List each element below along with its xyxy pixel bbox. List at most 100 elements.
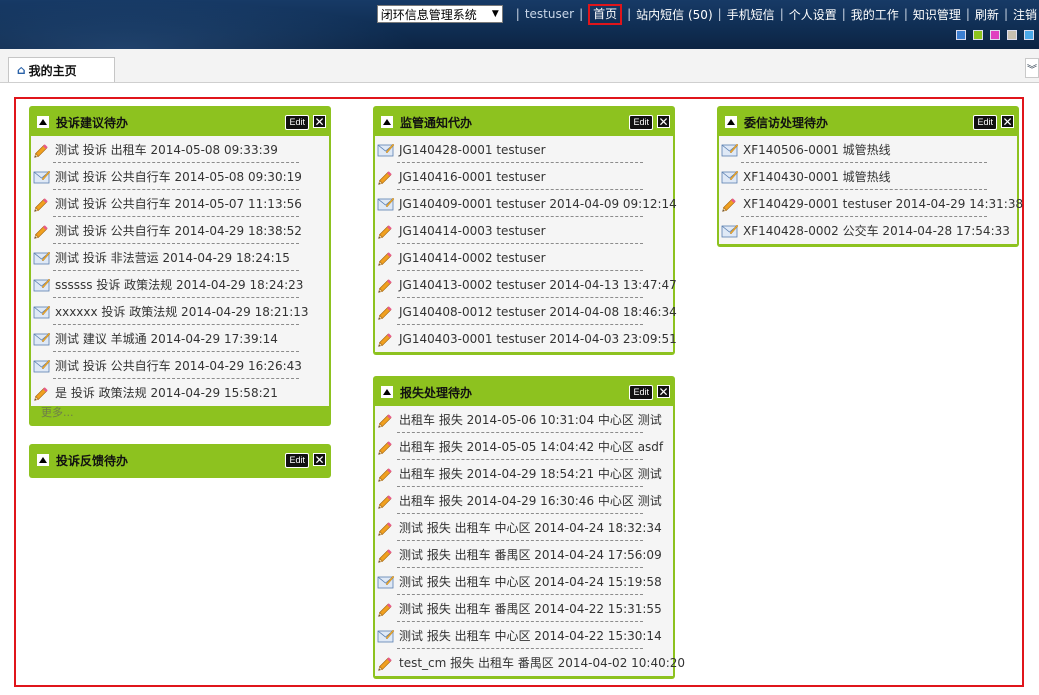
close-icon[interactable]: ✕ xyxy=(657,385,670,398)
list-item-text[interactable]: JG140408-0012 testuser 2014-04-08 18:46:… xyxy=(399,305,677,319)
theme-swatch-beige[interactable] xyxy=(1007,30,1017,40)
list-item-text[interactable]: XF140506-0001 城管热线 xyxy=(743,141,891,158)
list-item[interactable]: xxxxxx 投诉 政策法规 2014-04-29 18:21:13 xyxy=(31,298,329,325)
list-item[interactable]: 测试 投诉 非法营运 2014-04-29 18:24:15 xyxy=(31,244,329,271)
list-item[interactable]: test_cm 报失 出租车 番禺区 2014-04-02 10:40:20 xyxy=(375,649,673,676)
list-item-text[interactable]: 测试 投诉 出租车 2014-05-08 09:33:39 xyxy=(55,141,278,158)
list-item-text[interactable]: 测试 投诉 公共自行车 2014-05-08 09:30:19 xyxy=(55,168,302,185)
list-item-text[interactable]: JG140414-0002 testuser xyxy=(399,251,546,265)
collapse-triangle-icon[interactable] xyxy=(37,116,49,128)
close-icon[interactable]: ✕ xyxy=(1001,115,1014,128)
list-item-text[interactable]: xxxxxx 投诉 政策法规 2014-04-29 18:21:13 xyxy=(55,303,309,320)
theme-swatch-pink[interactable] xyxy=(990,30,1000,40)
list-item[interactable]: 测试 投诉 出租车 2014-05-08 09:33:39 xyxy=(31,136,329,163)
list-item-text[interactable]: 测试 报失 出租车 番禺区 2014-04-22 15:31:55 xyxy=(399,600,662,617)
theme-swatch-green[interactable] xyxy=(973,30,983,40)
nav-knowledge-link[interactable]: 知识管理 xyxy=(913,6,961,23)
list-item[interactable]: XF140429-0001 testuser 2014-04-29 14:31:… xyxy=(719,190,1017,217)
collapse-triangle-icon[interactable] xyxy=(37,454,49,466)
list-item[interactable]: 测试 投诉 公共自行车 2014-04-29 18:38:52 xyxy=(31,217,329,244)
collapse-triangle-icon[interactable] xyxy=(725,116,737,128)
list-item[interactable]: ssssss 投诉 政策法规 2014-04-29 18:24:23 xyxy=(31,271,329,298)
list-item-text[interactable]: 测试 投诉 公共自行车 2014-04-29 16:26:43 xyxy=(55,357,302,374)
nav-refresh-link[interactable]: 刷新 xyxy=(975,6,999,23)
edit-button[interactable]: Edit xyxy=(629,385,653,400)
close-icon[interactable]: ✕ xyxy=(657,115,670,128)
list-item-text[interactable]: JG140413-0002 testuser 2014-04-13 13:47:… xyxy=(399,278,677,292)
theme-swatch-lightblue[interactable] xyxy=(1024,30,1034,40)
list-item-text[interactable]: 是 投诉 政策法规 2014-04-29 15:58:21 xyxy=(55,384,278,401)
list-item-text[interactable]: 测试 报失 出租车 中心区 2014-04-24 15:19:58 xyxy=(399,573,662,590)
list-item[interactable]: JG140428-0001 testuser xyxy=(375,136,673,163)
list-item[interactable]: JG140416-0001 testuser xyxy=(375,163,673,190)
close-icon[interactable]: ✕ xyxy=(313,115,326,128)
more-link[interactable]: 更多... xyxy=(31,406,329,423)
list-item-text[interactable]: JG140428-0001 testuser xyxy=(399,143,546,157)
list-item-text[interactable]: 测试 投诉 非法营运 2014-04-29 18:24:15 xyxy=(55,249,290,266)
list-item[interactable]: 测试 投诉 公共自行车 2014-05-08 09:30:19 xyxy=(31,163,329,190)
list-item[interactable]: JG140409-0001 testuser 2014-04-09 09:12:… xyxy=(375,190,673,217)
list-item-text[interactable]: 出租车 报失 2014-04-29 18:54:21 中心区 测试 xyxy=(399,465,662,482)
list-item-text[interactable]: XF140430-0001 城管热线 xyxy=(743,168,891,185)
edit-button[interactable]: Edit xyxy=(973,115,997,130)
chevron-down-icon: ▼ xyxy=(492,9,499,19)
list-item[interactable]: 出租车 报失 2014-04-29 16:30:46 中心区 测试 xyxy=(375,487,673,514)
list-item-text[interactable]: test_cm 报失 出租车 番禺区 2014-04-02 10:40:20 xyxy=(399,654,685,671)
nav-home-link[interactable]: 首页 xyxy=(588,4,622,25)
list-item[interactable]: JG140413-0002 testuser 2014-04-13 13:47:… xyxy=(375,271,673,298)
list-item[interactable]: JG140403-0001 testuser 2014-04-03 23:09:… xyxy=(375,325,673,352)
edit-button[interactable]: Edit xyxy=(629,115,653,130)
list-item-text[interactable]: XF140429-0001 testuser 2014-04-29 14:31:… xyxy=(743,197,1023,211)
list-item[interactable]: XF140428-0002 公交车 2014-04-28 17:54:33 xyxy=(719,217,1017,244)
collapse-toggle-button[interactable]: ︾ xyxy=(1025,58,1039,78)
nav-my-work-link[interactable]: 我的工作 xyxy=(851,6,899,23)
theme-swatch-blue[interactable] xyxy=(956,30,966,40)
list-item-text[interactable]: JG140403-0001 testuser 2014-04-03 23:09:… xyxy=(399,332,677,346)
list-item[interactable]: 测试 报失 出租车 中心区 2014-04-24 15:19:58 xyxy=(375,568,673,595)
list-item[interactable]: 测试 投诉 公共自行车 2014-04-29 16:26:43 xyxy=(31,352,329,379)
list-item-text[interactable]: 出租车 报失 2014-05-05 14:04:42 中心区 asdf xyxy=(399,438,663,455)
list-item[interactable]: JG140414-0003 testuser xyxy=(375,217,673,244)
pencil-icon xyxy=(377,223,395,239)
nav-inbox-link[interactable]: 站内短信 (50) xyxy=(636,6,712,23)
list-item[interactable]: 测试 报失 出租车 中心区 2014-04-22 15:30:14 xyxy=(375,622,673,649)
list-item[interactable]: JG140414-0002 testuser xyxy=(375,244,673,271)
list-item-text[interactable]: JG140416-0001 testuser xyxy=(399,170,546,184)
list-item-text[interactable]: JG140409-0001 testuser 2014-04-09 09:12:… xyxy=(399,197,677,211)
list-item-text[interactable]: 测试 报失 出租车 中心区 2014-04-22 15:30:14 xyxy=(399,627,662,644)
list-item[interactable]: JG140408-0012 testuser 2014-04-08 18:46:… xyxy=(375,298,673,325)
list-item-text[interactable]: 出租车 报失 2014-05-06 10:31:04 中心区 测试 xyxy=(399,411,662,428)
collapse-triangle-icon[interactable] xyxy=(381,386,393,398)
list-item-text[interactable]: 测试 投诉 公共自行车 2014-05-07 11:13:56 xyxy=(55,195,302,212)
nav-settings-link[interactable]: 个人设置 xyxy=(789,6,837,23)
list-item[interactable]: 出租车 报失 2014-04-29 18:54:21 中心区 测试 xyxy=(375,460,673,487)
pencil-icon xyxy=(377,493,395,509)
list-item-text[interactable]: 测试 建议 羊城通 2014-04-29 17:39:14 xyxy=(55,330,278,347)
list-item[interactable]: 测试 报失 出租车 番禺区 2014-04-22 15:31:55 xyxy=(375,595,673,622)
list-item[interactable]: XF140506-0001 城管热线 xyxy=(719,136,1017,163)
list-item[interactable]: 出租车 报失 2014-05-06 10:31:04 中心区 测试 xyxy=(375,406,673,433)
system-select[interactable]: 闭环信息管理系统 ▼ xyxy=(377,5,503,23)
list-item[interactable]: 测试 建议 羊城通 2014-04-29 17:39:14 xyxy=(31,325,329,352)
tab-home[interactable]: ⌂ 我的主页 xyxy=(8,57,115,82)
list-item[interactable]: 测试 报失 出租车 中心区 2014-04-24 18:32:34 xyxy=(375,514,673,541)
list-item-text[interactable]: 测试 报失 出租车 番禺区 2014-04-24 17:56:09 xyxy=(399,546,662,563)
list-item-text[interactable]: 出租车 报失 2014-04-29 16:30:46 中心区 测试 xyxy=(399,492,662,509)
list-item-text[interactable]: ssssss 投诉 政策法规 2014-04-29 18:24:23 xyxy=(55,276,303,293)
list-item-text[interactable]: XF140428-0002 公交车 2014-04-28 17:54:33 xyxy=(743,222,1010,239)
list-item[interactable]: 出租车 报失 2014-05-05 14:04:42 中心区 asdf xyxy=(375,433,673,460)
collapse-triangle-icon[interactable] xyxy=(381,116,393,128)
list-item[interactable]: 测试 投诉 公共自行车 2014-05-07 11:13:56 xyxy=(31,190,329,217)
list-item-text[interactable]: 测试 报失 出租车 中心区 2014-04-24 18:32:34 xyxy=(399,519,662,536)
close-icon[interactable]: ✕ xyxy=(313,453,326,466)
nav-sms-link[interactable]: 手机短信 xyxy=(727,6,775,23)
list-item-text[interactable]: JG140414-0003 testuser xyxy=(399,224,546,238)
list-item-text[interactable]: 测试 投诉 公共自行车 2014-04-29 18:38:52 xyxy=(55,222,302,239)
nav-logout-link[interactable]: 注销 xyxy=(1013,6,1037,23)
edit-button[interactable]: Edit xyxy=(285,453,309,468)
list-item[interactable]: 是 投诉 政策法规 2014-04-29 15:58:21 xyxy=(31,379,329,406)
list-item[interactable]: XF140430-0001 城管热线 xyxy=(719,163,1017,190)
pencil-icon xyxy=(377,439,395,455)
list-item[interactable]: 测试 报失 出租车 番禺区 2014-04-24 17:56:09 xyxy=(375,541,673,568)
edit-button[interactable]: Edit xyxy=(285,115,309,130)
